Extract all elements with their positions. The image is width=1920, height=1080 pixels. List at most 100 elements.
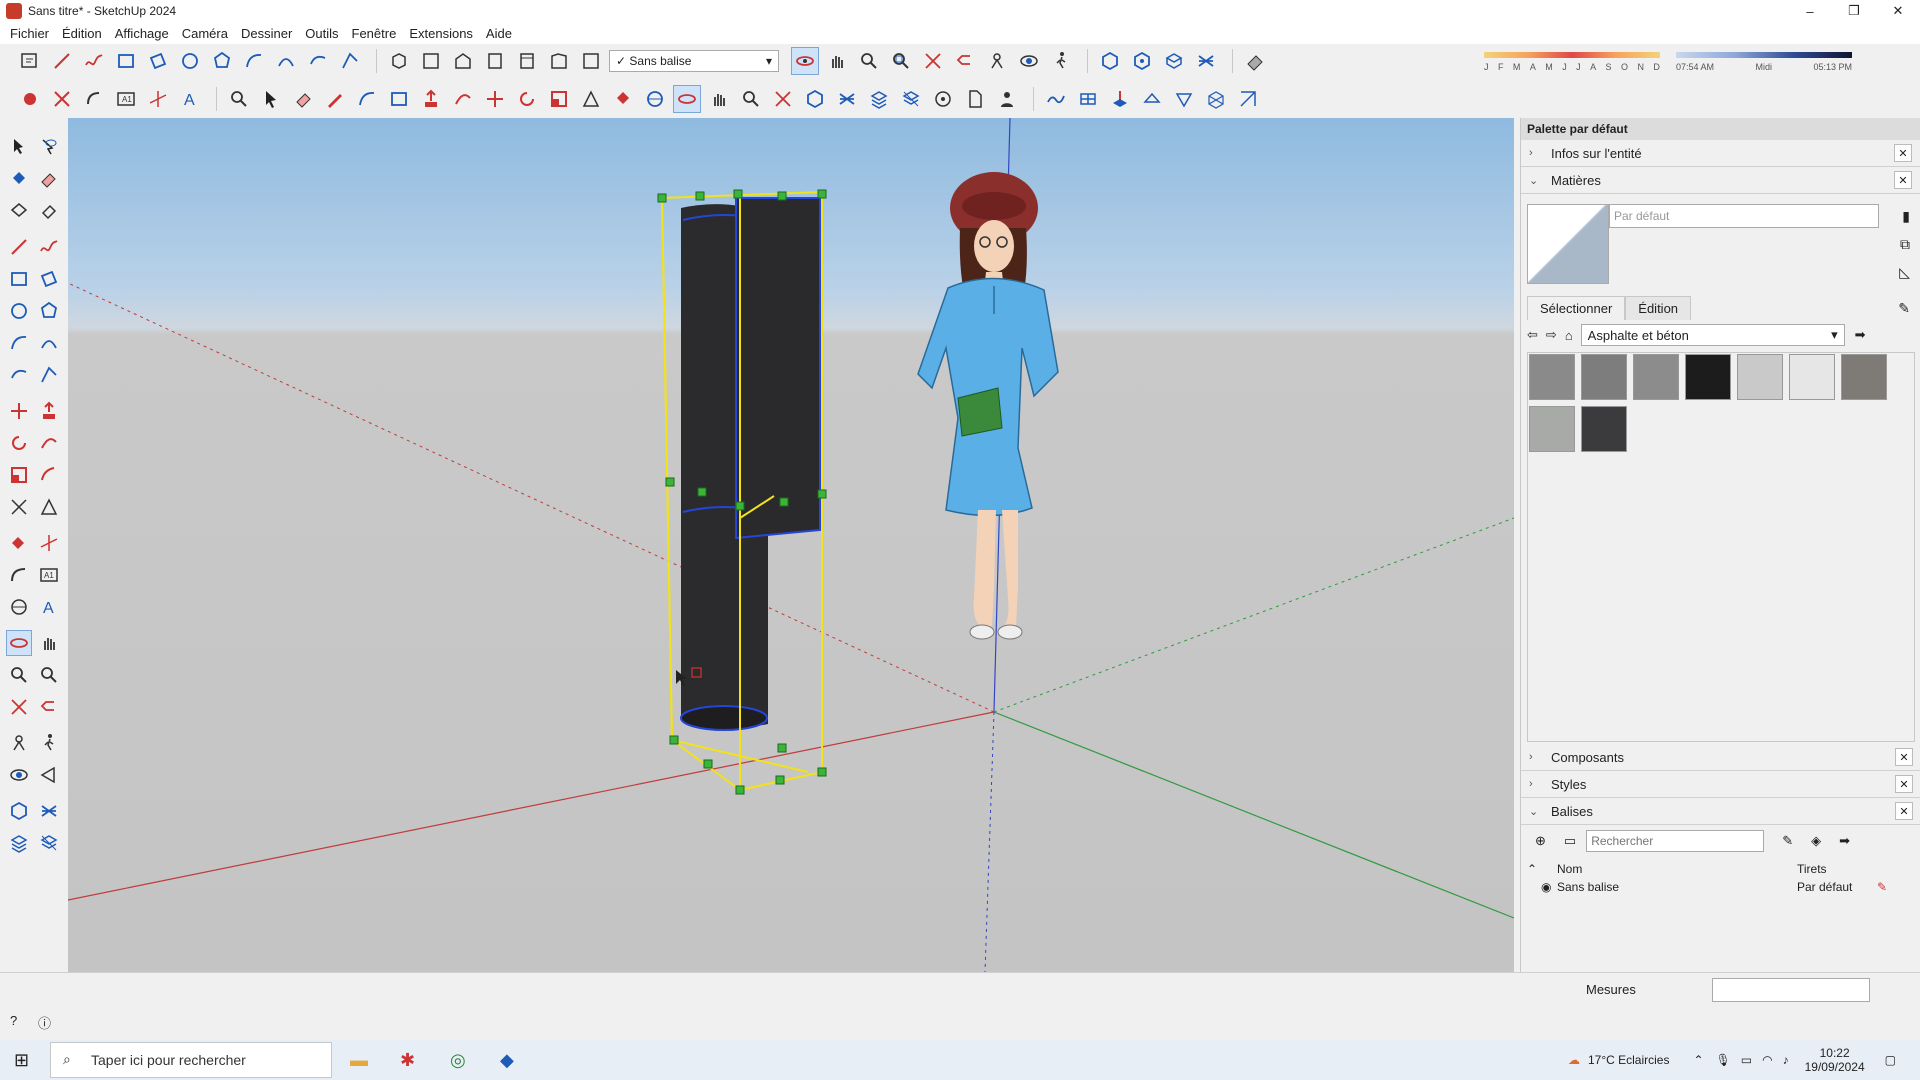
orbit-tool-icon[interactable]	[6, 630, 32, 656]
position-camera-icon[interactable]	[983, 47, 1011, 75]
eraser-tool-icon[interactable]	[36, 166, 62, 192]
taskbar-search[interactable]: ⌕ Taper ici pour rechercher	[50, 1042, 332, 1078]
menu-extensions[interactable]: Extensions	[409, 26, 473, 41]
home-icon[interactable]: ⌂	[1565, 328, 1573, 343]
right-view-icon[interactable]	[481, 47, 509, 75]
warehouse-icon[interactable]	[801, 85, 829, 113]
sandbox-add-detail-icon[interactable]	[1138, 85, 1166, 113]
sandbox-stamp-icon[interactable]	[1074, 85, 1102, 113]
shadows-toggle-icon[interactable]	[1241, 47, 1269, 75]
arc-tool-icon[interactable]	[240, 47, 268, 75]
menu-fenetre[interactable]: Fenêtre	[352, 26, 397, 41]
shape-dropdown-icon[interactable]	[385, 85, 413, 113]
add-tag-icon[interactable]: ⊕	[1535, 833, 1546, 849]
file-explorer-icon[interactable]: ▬	[350, 1050, 368, 1071]
zoom-extents-icon[interactable]	[919, 47, 947, 75]
look-around-icon[interactable]	[1015, 47, 1043, 75]
zoom-extents-icon[interactable]	[6, 694, 32, 720]
new-file-icon[interactable]	[961, 85, 989, 113]
back-view-icon[interactable]	[513, 47, 541, 75]
close-icon[interactable]: ✕	[1895, 802, 1913, 820]
left-view-icon[interactable]	[545, 47, 573, 75]
protractor-icon[interactable]	[36, 494, 62, 520]
3d-viewport[interactable]	[68, 118, 1514, 972]
pie-tool-icon[interactable]	[336, 47, 364, 75]
tray-materials[interactable]: ⌄ Matières ✕	[1521, 167, 1920, 194]
close-button[interactable]: ✕	[1876, 0, 1920, 22]
close-icon[interactable]: ✕	[1894, 171, 1912, 189]
eraser-tool-icon[interactable]	[289, 85, 317, 113]
rotate-tool-icon[interactable]	[513, 85, 541, 113]
arc-dropdown-icon[interactable]	[353, 85, 381, 113]
line-tool-icon[interactable]	[48, 47, 76, 75]
section-plane-icon[interactable]	[641, 85, 669, 113]
walk-tool-icon[interactable]	[1047, 47, 1075, 75]
zoom-window-icon[interactable]	[887, 47, 915, 75]
info-icon[interactable]: ⓘ	[38, 1013, 51, 1032]
text-tool-icon[interactable]: A1	[36, 562, 62, 588]
measures-input[interactable]	[1712, 978, 1870, 1002]
zoom-tool-icon[interactable]	[6, 662, 32, 688]
material-swatch[interactable]	[1529, 406, 1575, 452]
tag-tool-icon[interactable]	[6, 198, 32, 224]
look-around-icon[interactable]	[6, 762, 32, 788]
rotated-rectangle-icon[interactable]	[36, 266, 62, 292]
extension-warehouse-icon[interactable]	[36, 798, 62, 824]
sandbox-from-contours-icon[interactable]	[16, 85, 44, 113]
pencil-tool-icon[interactable]	[321, 85, 349, 113]
forward-arrow-icon[interactable]: ⇨	[1546, 327, 1557, 343]
warehouse-icon[interactable]	[6, 798, 32, 824]
layers-alt-icon[interactable]	[897, 85, 925, 113]
menu-camera[interactable]: Caméra	[182, 26, 228, 41]
volume-icon[interactable]: ♪	[1783, 1053, 1789, 1067]
material-swatch[interactable]	[1581, 406, 1627, 452]
details-arrow-icon[interactable]: ➡	[1839, 833, 1850, 849]
details-arrow-icon[interactable]: ➡	[1855, 327, 1866, 343]
tray-styles[interactable]: › Styles ✕	[1521, 771, 1920, 798]
sketchup-taskbar-icon[interactable]: ◆	[500, 1050, 514, 1071]
three-point-arc-icon[interactable]	[6, 362, 32, 388]
column-header-name[interactable]: Nom	[1557, 862, 1757, 876]
material-swatch[interactable]	[1581, 354, 1627, 400]
get-started-icon[interactable]	[16, 47, 44, 75]
freehand-tool-icon[interactable]	[36, 234, 62, 260]
menu-dessiner[interactable]: Dessiner	[241, 26, 292, 41]
eyedropper-icon[interactable]: ✎	[1898, 300, 1910, 317]
3d-text-icon[interactable]: A	[36, 594, 62, 620]
offset-tool-icon[interactable]	[36, 462, 62, 488]
paint-bucket-icon[interactable]	[6, 166, 32, 192]
close-icon[interactable]: ✕	[1894, 144, 1912, 162]
orbit-tool-icon[interactable]	[673, 85, 701, 113]
rectangle-tool-icon[interactable]	[112, 47, 140, 75]
weather-text[interactable]: 17°C Eclaircies	[1588, 1053, 1670, 1067]
windows-start-icon[interactable]: ⊞	[14, 1050, 29, 1071]
offset-tool-icon[interactable]	[577, 85, 605, 113]
tray-tags[interactable]: ⌄ Balises ✕	[1521, 798, 1920, 825]
dimension-tool-icon[interactable]: A1	[112, 85, 140, 113]
slack-icon[interactable]: ✱	[400, 1050, 415, 1071]
scale-tool-icon[interactable]	[545, 85, 573, 113]
lasso-select-icon[interactable]	[36, 134, 62, 160]
create-material-icon[interactable]: ⧉	[1900, 236, 1910, 253]
tab-select[interactable]: Sélectionner	[1527, 296, 1626, 320]
tag-eraser-icon[interactable]	[36, 198, 62, 224]
battery-icon[interactable]: ▭	[1741, 1053, 1752, 1067]
add-folder-icon[interactable]: ▭	[1564, 833, 1576, 849]
two-point-arc-icon[interactable]	[272, 47, 300, 75]
clock[interactable]: 10:22 19/09/2024	[1805, 1046, 1865, 1074]
paint-icon[interactable]	[6, 530, 32, 556]
rotated-rectangle-icon[interactable]	[144, 47, 172, 75]
user-account-icon[interactable]	[993, 85, 1021, 113]
front-view-icon[interactable]	[449, 47, 477, 75]
sandbox-grid-icon[interactable]	[1202, 85, 1230, 113]
walk-tool-icon[interactable]	[36, 730, 62, 756]
circle-tool-icon[interactable]	[176, 47, 204, 75]
extension-warehouse-icon[interactable]	[1192, 47, 1220, 75]
library-dropdown[interactable]: Asphalte et béton ▾	[1580, 324, 1845, 346]
menu-affichage[interactable]: Affichage	[115, 26, 169, 41]
previous-view-icon[interactable]	[36, 694, 62, 720]
orbit-tool-icon[interactable]	[791, 47, 819, 75]
weather-icon[interactable]: ☁	[1568, 1053, 1580, 1067]
zoom-tool-icon[interactable]	[855, 47, 883, 75]
tags-search-input[interactable]	[1586, 830, 1765, 852]
